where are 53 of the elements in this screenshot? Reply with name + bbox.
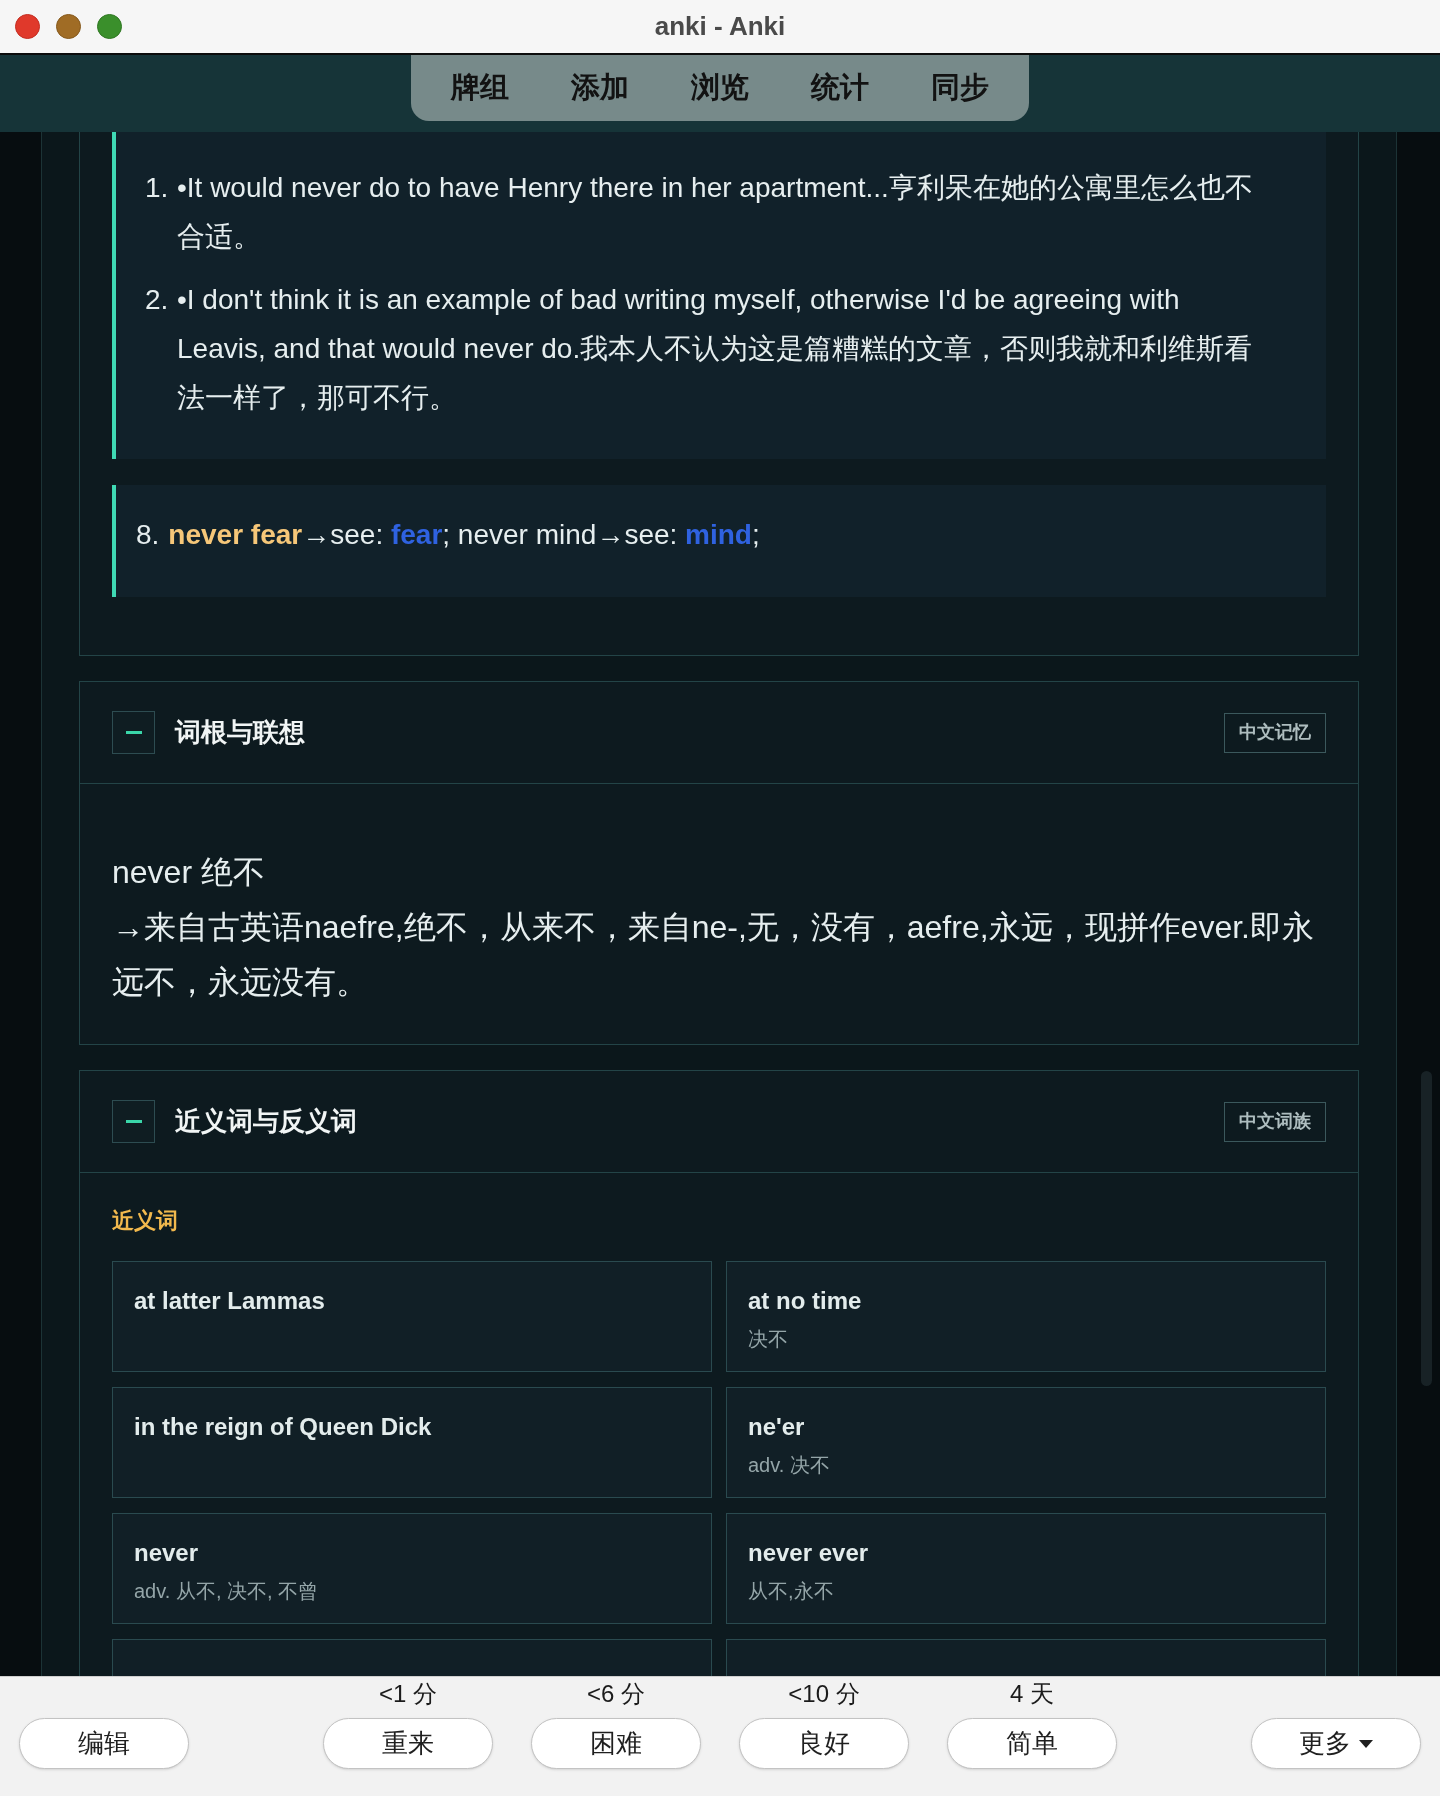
interval-label: <1 分 (379, 1680, 437, 1708)
synonym-word: never (134, 1538, 199, 1568)
minus-icon (125, 731, 142, 734)
etymology-text: never 绝不 (112, 853, 266, 892)
synonym-word: ne'er (748, 1412, 805, 1442)
example-sentence: •I don't think it is an example of bad writing myself, otherwise I'd be agreeing with Leavis, and that would never do.我本人不认为这是篇糟糕的文章，否则我就和利维斯看法一样了，那可不行。 (177, 283, 1254, 415)
zoom-button[interactable] (97, 14, 122, 39)
synonym-meaning: 决不 (748, 1327, 788, 1352)
more-button[interactable]: 更多 (1251, 1718, 1421, 1769)
list-number: 1. (145, 171, 170, 205)
caret-down-icon (1359, 1739, 1373, 1748)
window-title: anki - Anki (654, 10, 786, 43)
synonym-card[interactable]: at latter Lammas (112, 1261, 712, 1372)
group-label: 近义词 (112, 1207, 178, 1235)
toolbar-link[interactable]: 浏览 (660, 66, 780, 110)
answer-button[interactable]: 良好 (739, 1718, 909, 1769)
interval-label: <6 分 (587, 1680, 645, 1708)
synonym-card[interactable]: never adv. 从不, 决不, 不曾 (112, 1513, 712, 1624)
section-tag[interactable]: 中文词族 (1224, 1101, 1326, 1142)
collapse-toggle[interactable] (112, 711, 155, 754)
synonym-word: at no time (748, 1286, 862, 1316)
minimize-button[interactable] (56, 14, 81, 39)
synonym-card[interactable]: never ever 从不,永不 (726, 1513, 1326, 1624)
synonym-meaning: adv. 决不 (748, 1453, 830, 1478)
synonym-card[interactable]: at no time 决不 (726, 1261, 1326, 1372)
synonym-word: in the reign of Queen Dick (134, 1412, 432, 1442)
interval-label: 4 天 (1010, 1680, 1054, 1708)
list-number: 2. (145, 283, 170, 317)
synonym-meaning: 从不,永不 (748, 1579, 834, 1604)
close-button[interactable] (15, 14, 40, 39)
synonym-word: never ever (748, 1538, 869, 1568)
interval-label: <10 分 (788, 1680, 860, 1708)
etymology-text: →来自古英语naefre,绝不，从来不，来自ne-,无，没有，aefre,永远，现拼作ever.即永远不，永远没有。 (112, 908, 1315, 1002)
synonym-card[interactable]: in the reign of Queen Dick (112, 1387, 712, 1498)
minus-icon (125, 1120, 142, 1123)
toolbar-link[interactable]: 同步 (900, 66, 1020, 110)
toolbar-link[interactable]: 统计 (780, 66, 900, 110)
list-number: 8. (136, 518, 160, 552)
section-title: 词根与联想 (175, 716, 305, 749)
answer-button[interactable]: 重来 (323, 1718, 493, 1769)
toolbar-link[interactable]: 牌组 (420, 66, 540, 110)
section-title: 近义词与反义词 (175, 1105, 357, 1138)
section-tag[interactable]: 中文记忆 (1224, 712, 1326, 753)
example-sentence: •It would never do to have Henry there in her apartment...亨利呆在她的公寓里怎么也不合适。 (177, 171, 1254, 254)
answer-button[interactable]: 简单 (947, 1718, 1117, 1769)
toolbar-link[interactable]: 添加 (540, 66, 660, 110)
edit-button[interactable]: 编辑 (19, 1718, 189, 1769)
collapse-toggle[interactable] (112, 1100, 155, 1143)
synonym-word: at latter Lammas (134, 1286, 325, 1316)
synonym-card[interactable]: ne'er adv. 决不 (726, 1387, 1326, 1498)
answer-button[interactable]: 困难 (531, 1718, 701, 1769)
synonym-meaning: adv. 从不, 决不, 不曾 (134, 1579, 319, 1604)
cross-reference-note: never fear→see: fear; never mind→see: mind; (168, 518, 760, 552)
